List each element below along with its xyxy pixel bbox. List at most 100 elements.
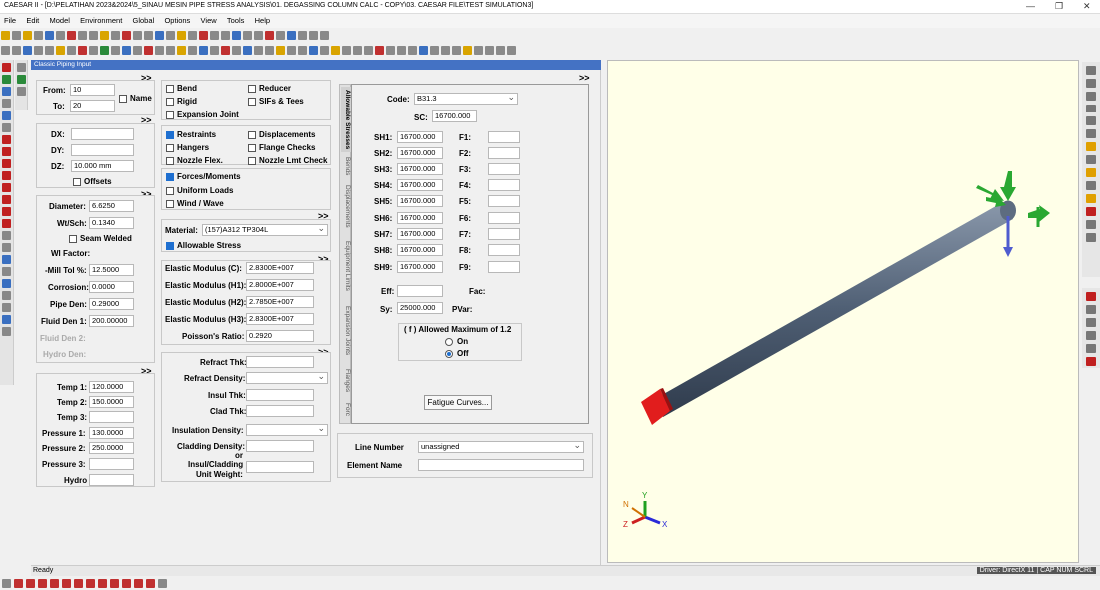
f6-input[interactable]	[488, 212, 520, 224]
tool-icon[interactable]	[309, 31, 318, 40]
tool-icon[interactable]	[353, 46, 362, 55]
tool-icon[interactable]	[100, 31, 109, 40]
uniform-loads-checkbox[interactable]: Uniform Loads	[166, 186, 233, 195]
offsets-checkbox[interactable]: Offsets	[73, 177, 112, 186]
tool-icon[interactable]	[133, 31, 142, 40]
tool-icon[interactable]	[122, 579, 131, 588]
tool-icon[interactable]	[2, 63, 11, 72]
wtsch-input[interactable]: 0.1340	[89, 217, 134, 229]
tool-icon[interactable]	[2, 315, 11, 324]
model-viewport[interactable]: X Y N Z	[607, 60, 1079, 563]
tool-icon[interactable]	[1086, 331, 1096, 340]
tab-allowable-stresses[interactable]: Allowable Stresses	[341, 87, 351, 152]
tool-icon[interactable]	[1086, 207, 1096, 216]
f2-input[interactable]	[488, 147, 520, 159]
tool-icon[interactable]	[100, 46, 109, 55]
sh8-input[interactable]: 16700.000	[397, 244, 443, 256]
insul-thk-input[interactable]	[246, 389, 314, 401]
tool-icon[interactable]	[12, 46, 21, 55]
tool-icon[interactable]	[1086, 305, 1096, 314]
temp2-input[interactable]: 150.0000	[89, 396, 134, 408]
menu-file[interactable]: File	[4, 16, 16, 25]
tool-icon[interactable]	[397, 46, 406, 55]
tool-icon[interactable]	[2, 111, 11, 120]
name-checkbox[interactable]: Name	[119, 94, 152, 103]
rigid-checkbox[interactable]: Rigid	[166, 97, 197, 106]
tool-icon[interactable]	[1086, 292, 1096, 301]
tool-icon[interactable]	[1086, 92, 1096, 101]
tool-icon[interactable]	[331, 46, 340, 55]
diameter-input[interactable]: 6.6250	[89, 200, 134, 212]
tool-icon[interactable]	[23, 46, 32, 55]
tool-icon[interactable]	[89, 46, 98, 55]
tool-icon[interactable]	[2, 267, 11, 276]
tab-displacements[interactable]: Displacements	[341, 180, 351, 232]
tool-icon[interactable]	[1086, 357, 1096, 366]
sh6-input[interactable]: 16700.000	[397, 212, 443, 224]
f7-input[interactable]	[488, 228, 520, 240]
pressure1-input[interactable]: 130.0000	[89, 427, 134, 439]
tool-icon[interactable]	[16, 75, 26, 84]
tool-icon[interactable]	[133, 46, 142, 55]
tool-icon[interactable]	[146, 579, 155, 588]
tool-icon[interactable]	[166, 31, 175, 40]
tool-icon[interactable]	[98, 579, 107, 588]
tool-icon[interactable]	[243, 31, 252, 40]
tool-icon[interactable]	[287, 31, 296, 40]
tool-icon[interactable]	[298, 46, 307, 55]
minimize-button[interactable]: —	[1026, 1, 1035, 11]
tool-icon[interactable]	[134, 579, 143, 588]
tool-icon[interactable]	[111, 46, 120, 55]
tool-icon[interactable]	[276, 46, 285, 55]
pipe-element[interactable]	[653, 200, 1016, 418]
tool-icon[interactable]	[309, 46, 318, 55]
tool-icon[interactable]	[86, 579, 95, 588]
tool-icon[interactable]	[38, 579, 47, 588]
tool-icon[interactable]	[34, 46, 43, 55]
tool-icon[interactable]	[2, 123, 11, 132]
tool-icon[interactable]	[364, 46, 373, 55]
tool-icon[interactable]	[62, 579, 71, 588]
corrosion-input[interactable]: 0.0000	[89, 281, 134, 293]
tool-icon[interactable]	[1086, 155, 1096, 164]
tool-icon[interactable]	[2, 231, 11, 240]
tool-icon[interactable]	[342, 46, 351, 55]
maximize-button[interactable]: ❐	[1055, 1, 1063, 12]
tool-icon[interactable]	[1086, 116, 1096, 125]
f4-input[interactable]	[488, 179, 520, 191]
tool-icon[interactable]	[45, 46, 54, 55]
expansion-joint-checkbox[interactable]: Expansion Joint	[166, 110, 239, 119]
tool-icon[interactable]	[2, 75, 11, 84]
tool-icon[interactable]	[188, 46, 197, 55]
tool-icon[interactable]	[2, 291, 11, 300]
pressure3-input[interactable]	[89, 458, 134, 470]
tab-expansion-joints[interactable]: Expansion Joints	[341, 300, 351, 362]
tool-icon[interactable]	[1, 31, 10, 40]
tool-icon[interactable]	[1086, 220, 1096, 229]
tool-icon[interactable]	[2, 219, 11, 228]
tool-icon[interactable]	[287, 46, 296, 55]
tool-icon[interactable]	[265, 46, 274, 55]
tool-icon[interactable]	[221, 31, 230, 40]
tool-icon[interactable]	[485, 46, 494, 55]
menu-options[interactable]: Options	[164, 16, 190, 25]
from-input[interactable]: 10	[70, 84, 115, 96]
reducer-checkbox[interactable]: Reducer	[248, 84, 291, 93]
tool-icon[interactable]	[2, 183, 11, 192]
tool-icon[interactable]	[430, 46, 439, 55]
tool-icon[interactable]	[2, 279, 11, 288]
sc-input[interactable]: 16700.000	[432, 110, 477, 122]
tab-bends[interactable]: Bends	[341, 155, 351, 177]
sh9-input[interactable]: 16700.000	[397, 261, 443, 273]
line-number-select[interactable]: unassigned	[418, 440, 584, 453]
tab-equipment-limits[interactable]: Equipment Limits	[341, 235, 351, 297]
tool-icon[interactable]	[496, 46, 505, 55]
sy-input[interactable]: 25000.000	[397, 302, 443, 314]
tool-icon[interactable]	[67, 31, 76, 40]
allowable-stress-checkbox[interactable]: Allowable Stress	[166, 241, 241, 250]
tool-icon[interactable]	[199, 31, 208, 40]
displacements-checkbox[interactable]: Displacements	[248, 130, 315, 139]
tool-icon[interactable]	[111, 31, 120, 40]
tool-icon[interactable]	[1086, 66, 1096, 75]
tool-icon[interactable]	[45, 31, 54, 40]
